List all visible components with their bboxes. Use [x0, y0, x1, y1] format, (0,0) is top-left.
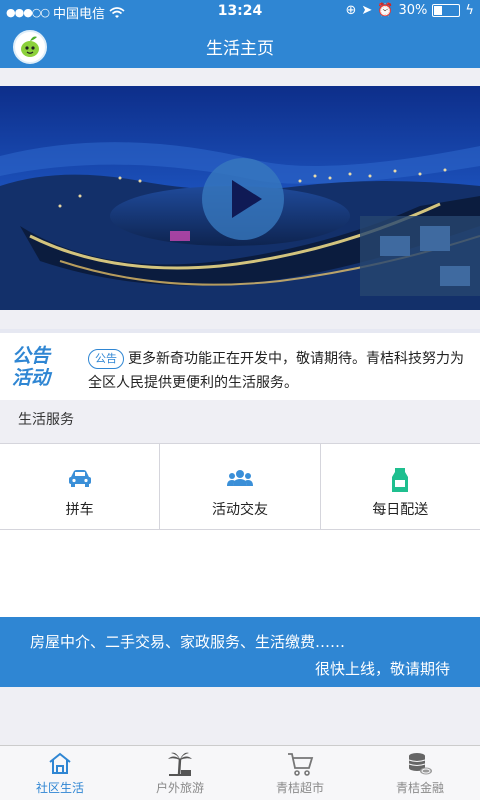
tab-community[interactable]: 社区生活: [0, 746, 120, 800]
service-social[interactable]: 活动交友: [160, 444, 321, 529]
home-icon: [49, 752, 71, 774]
tab-label: 青桔金融: [395, 781, 444, 795]
tab-travel[interactable]: 户外旅游: [120, 746, 240, 800]
service-carpool[interactable]: 拼车: [0, 444, 161, 529]
coming-soon-line2: 很快上线，敬请期待: [314, 660, 450, 678]
notice-text: 更多新奇功能正在开发中，敬请期待。青桔科技努力为全区人民提供更便利的生活服务。: [88, 351, 464, 391]
nav-bar: 生活主页: [0, 22, 480, 68]
service-label: 每日配送: [372, 502, 429, 518]
cart-icon: [288, 753, 314, 776]
palm-tree-icon: [168, 752, 192, 776]
charging-icon: ϟ: [465, 3, 474, 18]
coins-icon: [408, 753, 432, 775]
notice-content: 公告 更多新奇功能正在开发中，敬请期待。青桔科技努力为全区人民提供更便利的生活服务…: [88, 347, 470, 395]
tab-supermarket[interactable]: 青桔超市: [240, 746, 360, 800]
battery-level-fill: [434, 6, 443, 15]
battery-icon: [432, 4, 461, 17]
tab-label: 青桔超市: [275, 781, 324, 795]
car-icon: [68, 470, 91, 487]
empty-area: [0, 530, 480, 617]
tab-bar: 社区生活 户外旅游 青桔超市 青桔金融: [0, 745, 480, 800]
notice-panel[interactable]: 公告活动 公告 更多新奇功能正在开发中，敬请期待。青桔科技努力为全区人民提供更便利…: [0, 329, 480, 400]
tab-finance[interactable]: 青桔金融: [360, 746, 480, 800]
coming-soon-banner: 房屋中介、二手交易、家政服务、生活缴费…… 很快上线，敬请期待: [0, 617, 480, 687]
milk-icon: [392, 468, 409, 492]
coming-soon-line1: 房屋中介、二手交易、家政服务、生活缴费……: [30, 633, 346, 651]
notice-title: 公告活动: [12, 345, 51, 389]
rotation-lock-icon: ⊕: [345, 3, 357, 18]
tab-label: 户外旅游: [155, 781, 204, 795]
alarm-icon: ⏰: [377, 3, 394, 18]
play-button[interactable]: [202, 158, 284, 240]
service-delivery[interactable]: 每日配送: [321, 444, 480, 529]
battery-percent: 30%: [398, 3, 428, 18]
status-bar: ●●●○○ 中国电信 13:24 ⊕ ➤ ⏰ 30% ϟ: [0, 0, 480, 22]
services-heading: 生活服务: [18, 412, 74, 428]
page-title: 生活主页: [206, 39, 274, 59]
services-grid: 拼车 活动交友 每日配送: [0, 443, 480, 530]
tab-label: 社区生活: [35, 781, 84, 795]
people-icon: [226, 470, 253, 486]
notice-tag: 公告: [88, 349, 124, 369]
status-right: ⊕ ➤ ⏰ 30% ϟ: [346, 3, 474, 18]
location-icon: ➤: [361, 3, 373, 18]
service-label: 活动交友: [211, 502, 268, 518]
service-label: 拼车: [65, 502, 94, 518]
play-icon: [232, 180, 262, 218]
